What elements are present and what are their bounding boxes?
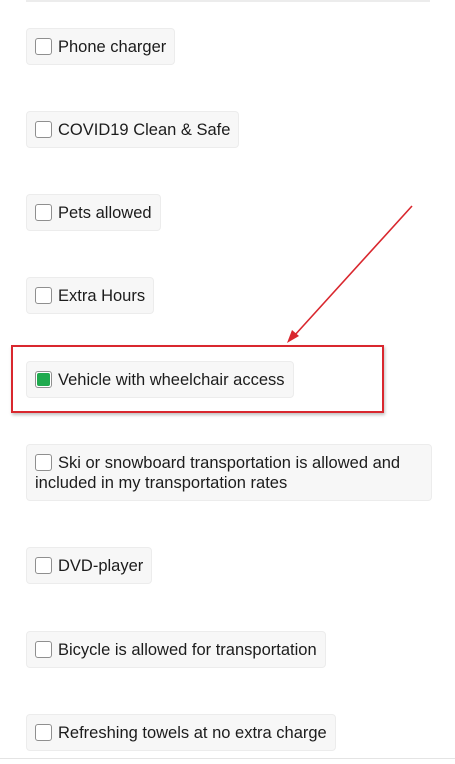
option-label: Refreshing towels at no extra charge [58, 724, 327, 742]
option-label: Pets allowed [58, 204, 152, 222]
option-pets-allowed[interactable]: Pets allowed [26, 194, 161, 231]
option-label: Ski or snowboard transportation is allow… [35, 454, 401, 492]
checkbox[interactable] [35, 121, 52, 138]
amenities-page: Phone charger COVID19 Clean & Safe Pets … [0, 0, 455, 764]
option-label: Extra Hours [58, 287, 146, 305]
checkbox[interactable] [35, 204, 52, 221]
option-ski-snowboard-transportation[interactable]: Ski or snowboard transportation is allow… [26, 444, 432, 501]
option-label: Bicycle is allowed for transportation [58, 641, 317, 659]
option-extra-hours[interactable]: Extra Hours [26, 277, 155, 314]
option-dvd-player[interactable]: DVD-player [26, 547, 153, 584]
checkbox[interactable] [35, 454, 52, 471]
checkbox[interactable] [35, 287, 52, 304]
option-bicycle-allowed[interactable]: Bicycle is allowed for transportation [26, 631, 326, 668]
checkbox[interactable] [35, 557, 52, 574]
checkbox[interactable] [35, 38, 52, 55]
option-covid19-clean-safe[interactable]: COVID19 Clean & Safe [26, 111, 240, 148]
arrow-shaft [293, 205, 413, 337]
checkbox[interactable] [35, 724, 52, 741]
checkbox[interactable] [35, 641, 52, 658]
option-label: COVID19 Clean & Safe [58, 121, 231, 139]
option-phone-charger[interactable]: Phone charger [26, 28, 176, 65]
option-label: DVD-player [58, 557, 144, 575]
annotation-highlight-box [11, 345, 384, 413]
top-divider [26, 0, 430, 2]
option-refreshing-towels[interactable]: Refreshing towels at no extra charge [26, 714, 336, 751]
bottom-divider [0, 758, 455, 759]
arrow-head [287, 330, 299, 343]
option-label: Phone charger [58, 38, 167, 56]
